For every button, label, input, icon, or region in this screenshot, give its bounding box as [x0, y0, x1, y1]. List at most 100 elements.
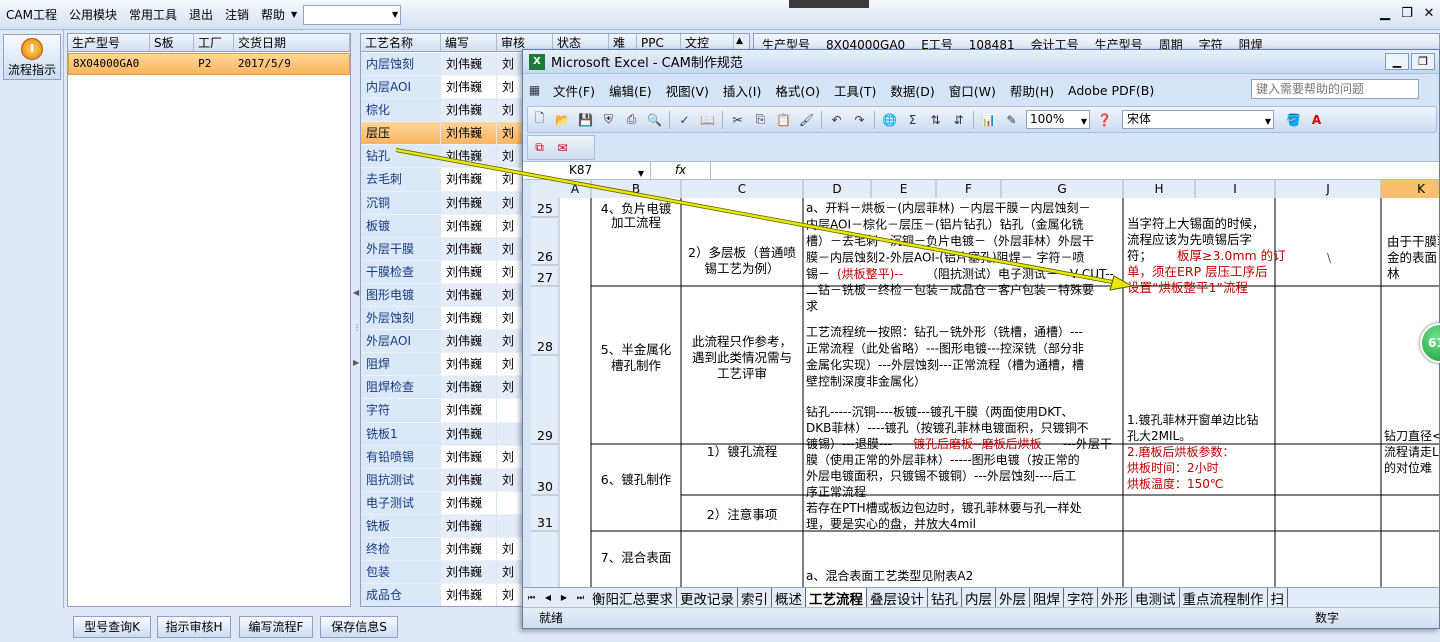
- menu-cam[interactable]: CAM工程: [0, 6, 63, 23]
- menu-common-module[interactable]: 公用模块: [63, 6, 123, 23]
- hyperlink-icon[interactable]: 🌐: [880, 111, 899, 129]
- sheet-tab[interactable]: 概述: [772, 587, 806, 608]
- column-header[interactable]: I: [1233, 182, 1237, 196]
- sheet-tab[interactable]: 外层: [996, 587, 1030, 608]
- excel-menu-tools[interactable]: 工具(T): [827, 81, 883, 100]
- zoom-select[interactable]: 100% ▼: [1026, 110, 1090, 129]
- menu-help[interactable]: 帮助: [255, 6, 291, 23]
- col-header-factory[interactable]: 工厂: [194, 34, 234, 51]
- menu-tools[interactable]: 常用工具: [123, 6, 183, 23]
- help-icon[interactable]: ❓: [1095, 111, 1114, 129]
- cut-icon[interactable]: ✂: [728, 111, 747, 129]
- row-header[interactable]: 27: [537, 270, 553, 285]
- name-box[interactable]: K87 ▼: [523, 162, 651, 179]
- sheet-tab[interactable]: 内层: [962, 587, 996, 608]
- restore-icon[interactable]: ❐: [1396, 6, 1418, 21]
- chevron-down-icon[interactable]: ▼: [392, 10, 398, 19]
- chevron-down-icon[interactable]: ▼: [1265, 113, 1271, 130]
- flow-indicator-button[interactable]: I 流程指示: [3, 34, 61, 80]
- column-header[interactable]: J: [1325, 182, 1330, 196]
- undo-icon[interactable]: ↶: [827, 111, 846, 129]
- pdf-email-icon[interactable]: ✉: [553, 139, 572, 157]
- prev-sheet-icon[interactable]: ◀: [545, 593, 551, 603]
- spreadsheet-grid[interactable]: A B C D E F G H I J K 25 26 27 28 29 30 31 4、负片电镀 加工流程 2）多层板…: [531, 180, 1440, 587]
- col-header-s-board[interactable]: S板: [150, 34, 194, 51]
- excel-menu-edit[interactable]: 编辑(E): [602, 81, 659, 100]
- row-header[interactable]: 26: [537, 249, 553, 264]
- column-header[interactable]: H: [1154, 182, 1163, 196]
- copy-icon[interactable]: ⎘: [751, 111, 770, 129]
- column-header[interactable]: A: [571, 182, 580, 196]
- sheet-tab[interactable]: 阻焊: [1030, 587, 1064, 608]
- column-header[interactable]: K: [1417, 182, 1426, 196]
- print-preview-icon[interactable]: 🔍: [645, 111, 664, 129]
- sort-ascending-icon[interactable]: ⇅: [926, 111, 945, 129]
- excel-menu-window[interactable]: 窗口(W): [942, 81, 1003, 100]
- autosum-icon[interactable]: Σ: [903, 111, 922, 129]
- col-header-model[interactable]: 生产型号: [68, 34, 150, 51]
- row-header[interactable]: 31: [537, 515, 553, 530]
- table-row[interactable]: 8X04000GA0 P2 2017/5/9: [68, 53, 350, 75]
- help-search-input[interactable]: 键入需要帮助的问题: [1251, 79, 1419, 99]
- save-icon[interactable]: 💾: [576, 111, 595, 129]
- excel-menu-view[interactable]: 视图(V): [659, 81, 716, 100]
- sheet-tab[interactable]: 字符: [1064, 587, 1098, 608]
- instruction-review-button[interactable]: 指示审核H: [157, 616, 231, 638]
- row-header[interactable]: 25: [537, 201, 553, 216]
- font-color-icon[interactable]: A: [1307, 111, 1326, 129]
- chevron-down-icon[interactable]: ▼: [1081, 113, 1087, 130]
- sheet-tab[interactable]: 工艺流程: [806, 587, 867, 608]
- pdf-convert-icon[interactable]: ⧉: [530, 139, 549, 157]
- menu-logout[interactable]: 注销: [219, 6, 255, 23]
- sheet-canvas[interactable]: A B C D E F G H I J K 25 26 27 28 29 30 31 4、负片电镀加工流程 2）多层板…: [531, 180, 1440, 587]
- sheet-tab[interactable]: 更改记录: [677, 587, 738, 608]
- chevron-left-icon[interactable]: ◀: [353, 288, 359, 297]
- format-painter-icon[interactable]: 🖌: [797, 111, 816, 129]
- excel-menu-data[interactable]: 数据(D): [883, 81, 941, 100]
- excel-menu-insert[interactable]: 插入(I): [716, 81, 768, 100]
- close-icon[interactable]: ✕: [1418, 6, 1440, 21]
- last-sheet-icon[interactable]: ⏭: [577, 593, 584, 603]
- excel-doc-icon[interactable]: ▦: [525, 81, 544, 99]
- column-header[interactable]: G: [1057, 182, 1066, 196]
- chart-wizard-icon[interactable]: 📊: [979, 111, 998, 129]
- menu-combo-box[interactable]: ▼: [303, 4, 402, 25]
- open-folder-icon[interactable]: 📂: [553, 111, 572, 129]
- sheet-tab[interactable]: 重点流程制作: [1180, 587, 1268, 608]
- minimize-icon[interactable]: ▁: [1374, 6, 1396, 21]
- sheet-tab[interactable]: 电测试: [1132, 587, 1180, 608]
- excel-menu-file[interactable]: 文件(F): [546, 81, 602, 100]
- row-header[interactable]: 29: [537, 428, 553, 443]
- col-header-process-name[interactable]: 工艺名称: [361, 34, 441, 51]
- drawing-icon[interactable]: ✎: [1002, 111, 1021, 129]
- sheet-tab[interactable]: 叠层设计: [867, 587, 928, 608]
- scroll-up-icon[interactable]: ▲: [736, 36, 743, 46]
- excel-menu-adobe-pdf[interactable]: Adobe PDF(B): [1061, 83, 1161, 98]
- column-header[interactable]: C: [738, 182, 746, 196]
- permission-icon[interactable]: ⛨: [599, 111, 618, 129]
- col-header-delivery-date[interactable]: 交货日期: [234, 34, 350, 51]
- sort-descending-icon[interactable]: ⇵: [949, 111, 968, 129]
- next-sheet-icon[interactable]: ▶: [561, 593, 567, 603]
- excel-menu-help[interactable]: 帮助(H): [1003, 81, 1061, 100]
- chevron-down-icon[interactable]: ▼: [291, 10, 297, 19]
- sheet-tab[interactable]: 外形: [1098, 587, 1132, 608]
- research-icon[interactable]: 📖: [698, 111, 717, 129]
- edit-flow-button[interactable]: 编写流程F: [239, 616, 313, 638]
- sheet-tab[interactable]: 扫: [1268, 587, 1288, 608]
- col-header-writer[interactable]: 编写: [441, 34, 497, 51]
- paste-icon[interactable]: 📋: [774, 111, 793, 129]
- fill-color-icon[interactable]: 🪣: [1284, 111, 1303, 129]
- formula-input[interactable]: [711, 162, 1439, 179]
- fx-icon[interactable]: fx: [651, 162, 711, 179]
- row-header[interactable]: 30: [537, 479, 553, 494]
- minimize-icon[interactable]: ▁: [1385, 53, 1409, 70]
- save-info-button[interactable]: 保存信息S: [320, 616, 398, 638]
- sheet-tab[interactable]: 钻孔: [928, 587, 962, 608]
- row-header[interactable]: 28: [537, 339, 553, 354]
- font-select[interactable]: 宋体 ▼: [1122, 110, 1274, 129]
- first-sheet-icon[interactable]: ⏮: [528, 593, 535, 603]
- excel-menu-format[interactable]: 格式(O): [768, 81, 827, 100]
- sheet-tab[interactable]: 索引: [738, 587, 772, 608]
- column-header[interactable]: B: [632, 182, 640, 196]
